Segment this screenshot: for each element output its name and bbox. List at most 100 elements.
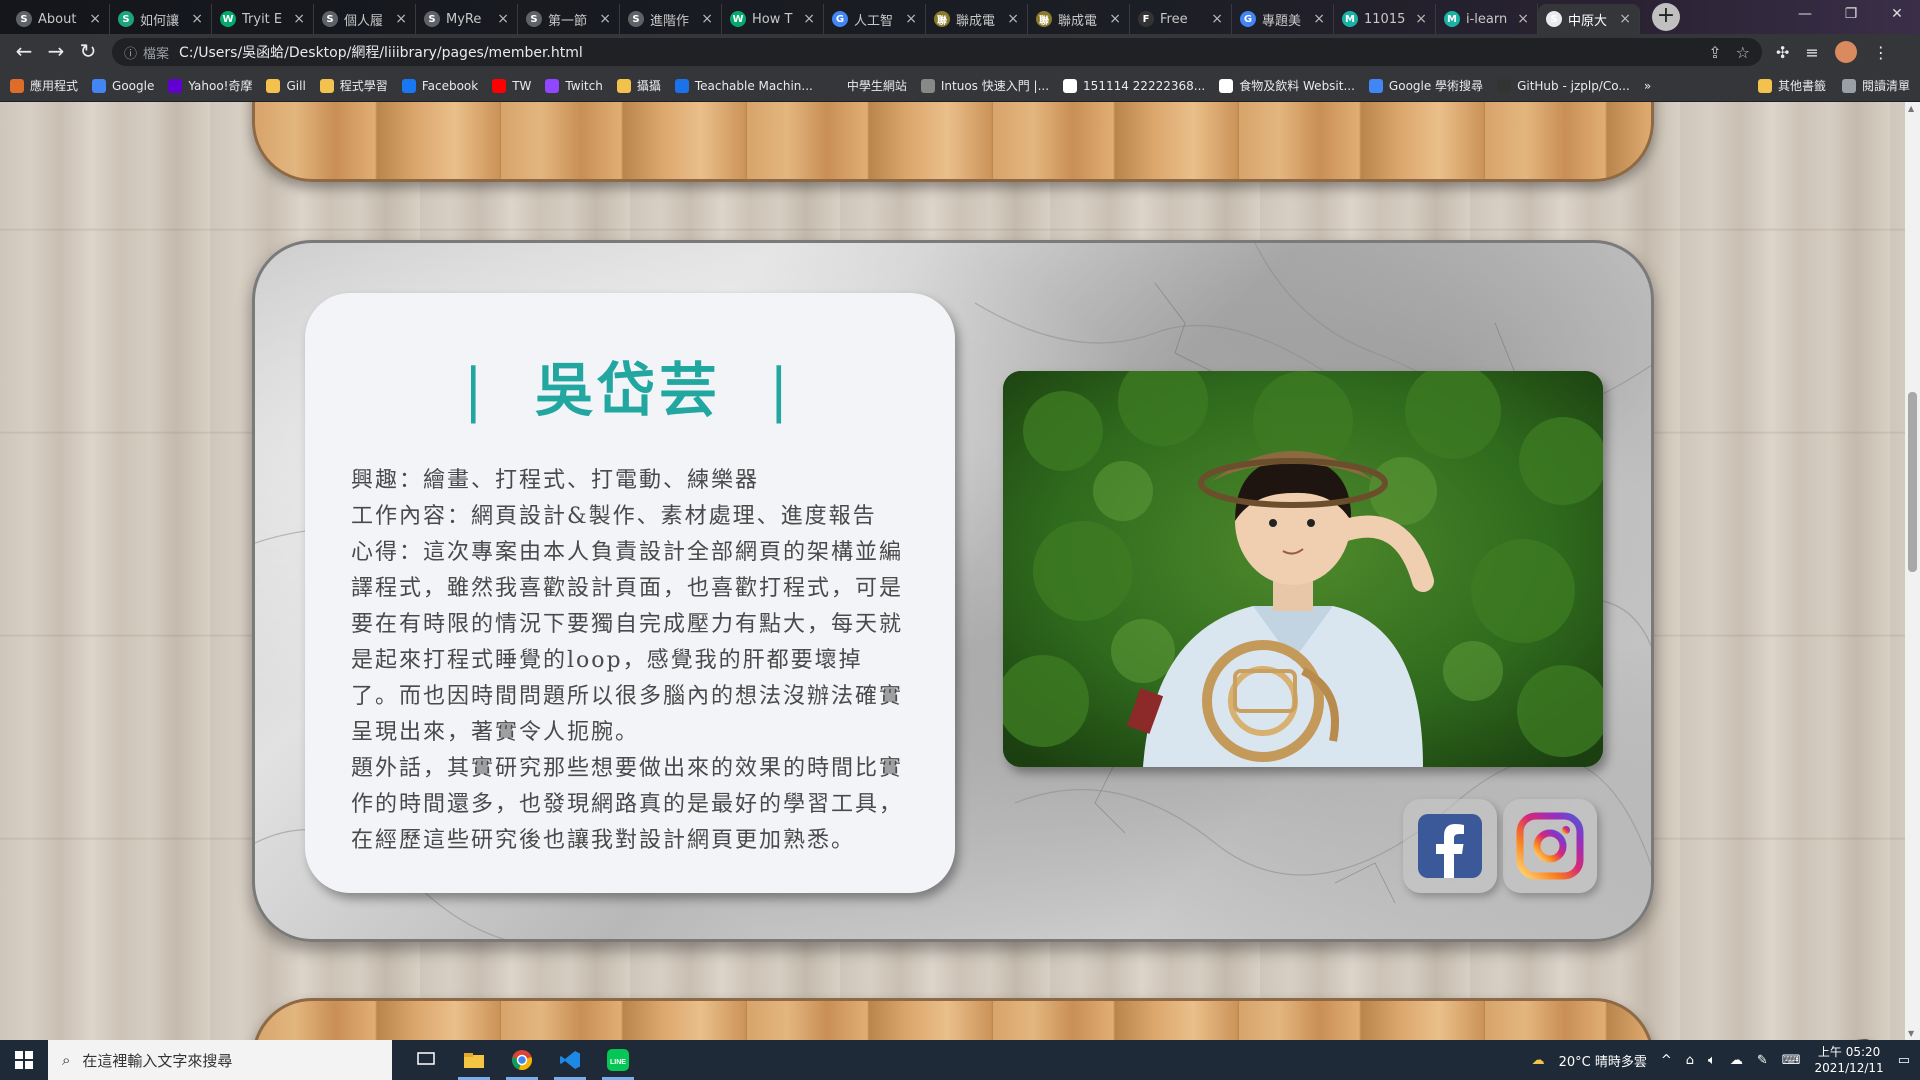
volume-icon[interactable]: 🔈︎ — [1708, 1053, 1716, 1068]
bookmark-item[interactable]: 中學生網站 — [826, 77, 907, 94]
bookmark-item[interactable]: Teachable Machin... — [674, 78, 813, 93]
bookmark-item[interactable]: 151114 22222368... — [1063, 78, 1205, 93]
onedrive-icon[interactable]: ☁ — [1730, 1053, 1743, 1068]
tab-favicon-icon: M — [1342, 11, 1358, 27]
back-arrow-icon[interactable]: ← — [8, 36, 40, 68]
tab-close-icon[interactable]: × — [1211, 11, 1223, 27]
bookmark-item[interactable]: 程式學習 — [319, 77, 388, 94]
tab-close-icon[interactable]: × — [1109, 11, 1121, 27]
browser-tab[interactable]: S About × — [8, 4, 110, 34]
restore-button[interactable]: ❐ — [1828, 0, 1874, 30]
chrome-icon[interactable] — [498, 1040, 546, 1080]
tab-close-icon[interactable]: × — [803, 11, 815, 27]
clock-date: 2021/12/11 — [1814, 1061, 1884, 1075]
tab-close-icon[interactable]: × — [497, 11, 509, 27]
close-window-button[interactable]: ✕ — [1874, 0, 1920, 30]
tab-label: Free — [1160, 11, 1188, 27]
browser-tab[interactable]: W Tryit E × — [212, 4, 314, 34]
browser-tab[interactable]: S MyRe × — [416, 4, 518, 34]
tray-expand-icon[interactable]: ^ — [1661, 1053, 1672, 1068]
tab-favicon-icon: F — [1138, 11, 1154, 27]
bookmark-item[interactable]: Intuos 快速入門 |... — [920, 77, 1049, 94]
tab-close-icon[interactable]: × — [1313, 11, 1325, 27]
browser-tab[interactable]: M 11015 × — [1334, 4, 1436, 34]
line-app-icon[interactable]: LINE — [594, 1040, 642, 1080]
weather-icon[interactable]: ☁ — [1532, 1053, 1545, 1068]
tab-close-icon[interactable]: × — [293, 11, 305, 27]
bookmark-item[interactable]: Google 學術搜尋 — [1368, 77, 1483, 94]
browser-tab[interactable]: S 中原大 × — [1538, 4, 1640, 34]
browser-tab[interactable]: G 人工智 × — [824, 4, 926, 34]
bookmark-item[interactable]: 攝攝 — [616, 77, 661, 94]
browser-tab[interactable]: 聯聯成電 × — [1028, 4, 1130, 34]
bookmark-favicon-icon — [401, 78, 416, 93]
address-bar[interactable]: ⓘ 檔案 C:/Users/吳函蛤/Desktop/網程/liiibrary/p… — [112, 38, 1762, 66]
start-button[interactable] — [0, 1040, 48, 1080]
browser-tab[interactable]: G 專題美 × — [1232, 4, 1334, 34]
reload-icon[interactable]: ↻ — [72, 36, 104, 68]
bookmarks-more-button[interactable]: » — [1644, 79, 1651, 93]
extensions-icon[interactable]: ✣ — [1776, 43, 1789, 62]
browser-tab[interactable]: S 個人履 × — [314, 4, 416, 34]
tab-close-icon[interactable]: × — [191, 11, 203, 27]
taskbar-clock[interactable]: 上午 05:20 2021/12/11 — [1815, 1044, 1884, 1076]
bookmark-item[interactable]: 應用程式 — [10, 77, 78, 94]
task-view-icon[interactable] — [402, 1040, 450, 1080]
address-url[interactable]: C:/Users/吳函蛤/Desktop/網程/liiibrary/pages/… — [179, 42, 1694, 62]
tab-close-icon[interactable]: × — [701, 11, 713, 27]
taskbar-search[interactable]: ⌕ 在這裡輸入文字來搜尋 — [48, 1040, 392, 1080]
instagram-link[interactable] — [1503, 799, 1597, 893]
bookmark-item[interactable]: TW — [492, 78, 531, 93]
info-icon[interactable]: ⓘ — [124, 43, 137, 62]
bookmark-item[interactable]: Facebook — [401, 78, 478, 93]
bookmark-item[interactable]: Twitch — [545, 78, 603, 93]
bookmark-item[interactable]: GitHub - jzplp/Co... — [1497, 78, 1630, 93]
bookmark-item[interactable]: Gill — [266, 78, 306, 93]
search-icon: ⌕ — [62, 1051, 71, 1069]
new-tab-button[interactable]: + — [1652, 3, 1680, 31]
minimize-button[interactable]: — — [1782, 0, 1828, 30]
other-bookmarks-folder[interactable]: 其他書籤 — [1757, 77, 1826, 94]
tab-close-icon[interactable]: × — [1415, 11, 1427, 27]
tab-close-icon[interactable]: × — [905, 11, 917, 27]
share-icon[interactable]: ⇪ — [1708, 43, 1721, 62]
browser-tab[interactable]: F Free × — [1130, 4, 1232, 34]
profile-avatar[interactable] — [1834, 41, 1857, 63]
browser-tab[interactable]: S 如何讓 × — [110, 4, 212, 34]
bookmark-label: Twitch — [565, 78, 603, 93]
tab-close-icon[interactable]: × — [1517, 11, 1529, 27]
network-icon[interactable]: ⌂ — [1686, 1053, 1694, 1068]
keyboard-icon[interactable]: ⌨ — [1782, 1053, 1801, 1068]
bookmark-favicon-icon — [1368, 78, 1383, 93]
bookmark-item[interactable]: 食物及飲料 Websit... — [1219, 77, 1355, 94]
scroll-up-icon[interactable]: ▲ — [1908, 104, 1914, 113]
browser-tab[interactable]: W How T × — [722, 4, 824, 34]
browser-tab[interactable]: 聯聯成電 × — [926, 4, 1028, 34]
menu-kebab-icon[interactable]: ⋮ — [1873, 43, 1889, 62]
bookmark-item[interactable]: Google — [92, 78, 154, 93]
page-scrollbar[interactable]: ▲ ▼ — [1905, 102, 1920, 1040]
browser-tab[interactable]: S 進階作 × — [620, 4, 722, 34]
notification-icon[interactable]: ▭ — [1898, 1053, 1910, 1068]
facebook-link[interactable] — [1403, 799, 1497, 893]
scroll-down-icon[interactable]: ▼ — [1908, 1029, 1914, 1038]
tab-close-icon[interactable]: × — [89, 11, 101, 27]
reading-list-button[interactable]: 閱讀清單 — [1841, 77, 1910, 94]
tab-close-icon[interactable]: × — [1619, 11, 1631, 27]
bookmark-item[interactable]: Yahoo!奇摩 — [168, 77, 252, 94]
forward-arrow-icon[interactable]: → — [40, 36, 72, 68]
reading-list-icon[interactable]: ≡ — [1805, 43, 1818, 62]
tab-favicon-icon: 聯 — [1036, 11, 1052, 27]
tab-favicon-icon: S — [424, 11, 440, 27]
tab-close-icon[interactable]: × — [599, 11, 611, 27]
browser-tab[interactable]: Mi-learn × — [1436, 4, 1538, 34]
vscode-icon[interactable] — [546, 1040, 594, 1080]
scrollbar-thumb[interactable] — [1908, 392, 1917, 572]
tab-close-icon[interactable]: × — [1007, 11, 1019, 27]
browser-tab[interactable]: S 第一節 × — [518, 4, 620, 34]
weather-text[interactable]: 20°C 晴時多雲 — [1559, 1051, 1647, 1070]
tab-close-icon[interactable]: × — [395, 11, 407, 27]
pen-icon[interactable]: ✎ — [1757, 1053, 1768, 1068]
bookmark-star-icon[interactable]: ☆ — [1736, 43, 1750, 62]
file-explorer-icon[interactable] — [450, 1040, 498, 1080]
